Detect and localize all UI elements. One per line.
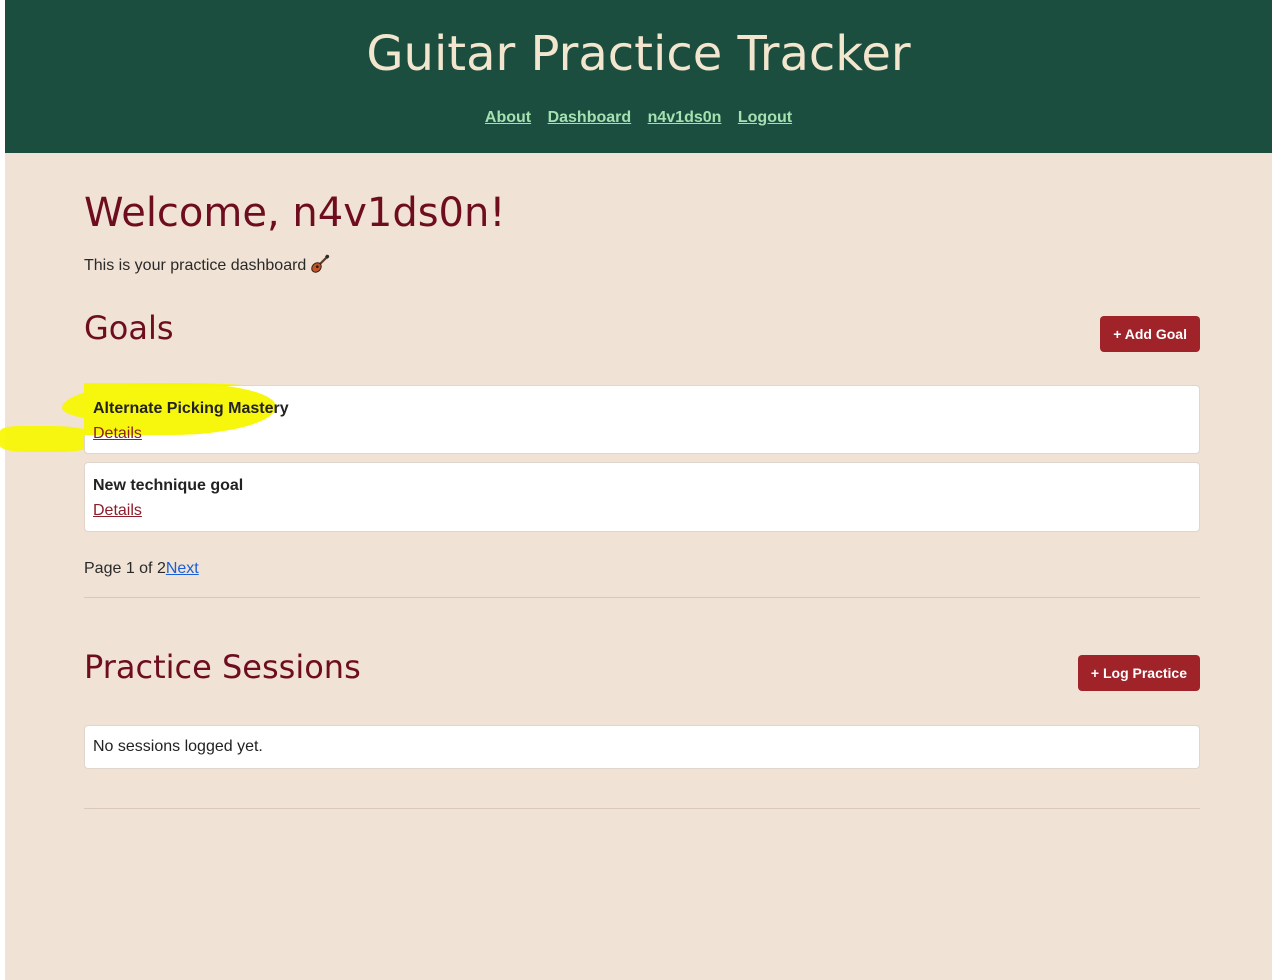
nav-link-about[interactable]: About	[485, 109, 531, 126]
welcome-heading: Welcome, n4v1ds0n!	[84, 190, 506, 236]
site-header: Guitar Practice Tracker About Dashboard …	[5, 0, 1272, 153]
log-practice-button[interactable]: + Log Practice	[1077, 655, 1200, 691]
goal-title: Alternate Picking Mastery	[93, 400, 289, 417]
goal-card: Alternate Picking Mastery Details	[84, 383, 1200, 454]
goal-details-link[interactable]: Details	[93, 501, 142, 521]
next-page-link[interactable]: Next	[166, 560, 199, 577]
goal-details-link[interactable]: Details	[93, 424, 142, 444]
site-title: Guitar Practice Tracker	[366, 26, 911, 82]
goals-heading: Goals	[84, 309, 174, 347]
goal-card: New technique goal Details	[84, 462, 1200, 532]
goals-pagination: Page 1 of 2Next	[84, 559, 199, 579]
nav-link-dashboard[interactable]: Dashboard	[548, 109, 632, 126]
main-nav: About Dashboard n4v1ds0n Logout	[5, 108, 1272, 128]
dashboard-subtitle: This is your practice dashboard	[84, 254, 330, 280]
page: Guitar Practice Tracker About Dashboard …	[0, 0, 1272, 980]
practice-sessions-heading: Practice Sessions	[84, 648, 361, 686]
section-divider	[84, 597, 1200, 598]
section-divider	[84, 808, 1200, 809]
goal-title: New technique goal	[93, 477, 244, 494]
nav-link-profile[interactable]: n4v1ds0n	[648, 109, 722, 126]
empty-sessions-message: No sessions logged yet.	[93, 738, 263, 755]
add-goal-button[interactable]: + Add Goal	[1100, 316, 1200, 352]
nav-link-logout[interactable]: Logout	[738, 109, 792, 126]
sessions-card: No sessions logged yet.	[84, 725, 1200, 769]
page-indicator: Page 1 of 2	[84, 560, 166, 577]
guitar-icon	[310, 254, 330, 280]
subtitle-text: This is your practice dashboard	[84, 257, 307, 274]
